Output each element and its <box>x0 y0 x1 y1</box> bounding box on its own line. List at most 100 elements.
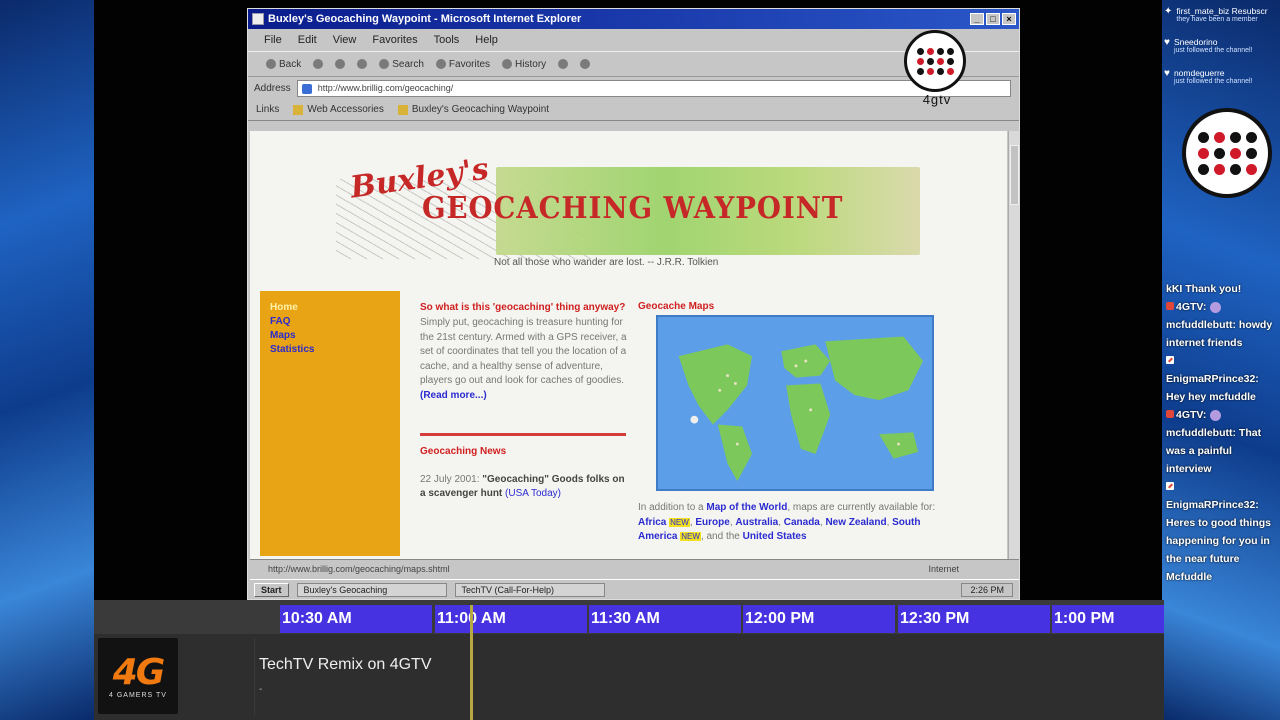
menu-help[interactable]: Help <box>475 34 498 46</box>
world-map[interactable] <box>656 315 934 491</box>
program-subtitle: - <box>259 684 263 695</box>
site-banner: Buxley's GEOCACHING WAYPOINT <box>336 151 920 265</box>
watermark-logo <box>904 30 966 92</box>
back-button[interactable]: Back <box>266 59 301 70</box>
page-icon <box>397 104 408 115</box>
maps-heading: Geocache Maps <box>638 301 715 312</box>
taskbar-item-geocaching[interactable]: Buxley's Geocaching <box>296 582 447 597</box>
stop-button[interactable] <box>313 59 324 69</box>
address-label: Address <box>254 82 291 94</box>
chat-text: Hey hey mcfuddle <box>1166 391 1256 403</box>
history-button[interactable]: History <box>502 59 546 70</box>
minimize-icon[interactable]: _ <box>970 13 984 25</box>
search-icon <box>379 59 390 69</box>
site-quote: Not all those who wander are lost. -- J.… <box>494 257 719 268</box>
read-more-link[interactable]: (Read more...) <box>420 390 487 401</box>
region-new-zealand[interactable]: New Zealand <box>825 517 886 528</box>
channel-watermark: 4gtv <box>904 30 970 110</box>
stop-icon <box>313 59 324 69</box>
taskbar-item-techtv[interactable]: TechTV (Call-For-Help) <box>454 582 605 597</box>
alert-item: ✦ first_mate_biz Resubscr they have been … <box>1164 6 1280 23</box>
ie-status-bar: http://www.brillig.com/geocaching/maps.s… <box>250 559 1019 577</box>
avatar-icon <box>1210 301 1222 313</box>
nav-maps[interactable]: Maps <box>270 329 400 343</box>
link-label: Web Accessories <box>307 104 384 115</box>
timeline: 10:30 AM 11:00 AM 11:30 AM 12:00 PM 12:3… <box>94 600 1164 634</box>
time-slot: 11:30 AM <box>589 605 741 633</box>
back-icon <box>266 59 276 69</box>
news-link[interactable]: (USA Today) <box>505 488 561 499</box>
menu-file[interactable]: File <box>264 34 282 46</box>
time-slot: 12:00 PM <box>743 605 895 633</box>
alert-item: ♥ nomdeguerre just followed the channel! <box>1164 68 1280 85</box>
maps-description: In addition to a Map of the World, maps … <box>638 502 936 542</box>
map-of-world-link[interactable]: Map of the World <box>706 502 787 513</box>
region-africa[interactable]: Africa <box>638 517 666 528</box>
schedule-bar: 10:30 AM 11:00 AM 11:30 AM 12:00 PM 12:3… <box>94 600 1164 720</box>
menu-tools[interactable]: Tools <box>434 34 460 46</box>
star-icon: ✦ <box>1164 6 1173 17</box>
broadcaster-badge-icon <box>1166 302 1174 310</box>
close-icon[interactable]: × <box>1002 13 1016 25</box>
logo-text: 4G <box>112 651 166 693</box>
home-icon <box>357 59 368 69</box>
mail-button[interactable] <box>558 59 569 69</box>
what-body: Simply put, geocaching is treasure hunti… <box>420 317 627 386</box>
menu-favorites[interactable]: Favorites <box>372 34 417 46</box>
chat-user: EnigmaRPrince32: <box>1166 499 1259 511</box>
ie-title-bar: Buxley's Geocaching Waypoint - Microsoft… <box>248 9 1019 29</box>
alert-name: first_mate_biz Resubscr <box>1176 6 1268 16</box>
link-web-accessories[interactable]: Web Accessories <box>293 104 384 115</box>
region-australia[interactable]: Australia <box>735 517 778 528</box>
news-date: 22 July 2001: <box>420 474 480 485</box>
ie-title: Buxley's Geocaching Waypoint - Microsoft… <box>268 13 582 25</box>
region-canada[interactable]: Canada <box>784 517 820 528</box>
time-slot: 10:30 AM <box>280 605 432 633</box>
news-headline: "Geocaching" Goods <box>482 474 584 485</box>
links-label: Links <box>256 104 280 115</box>
background-left <box>0 0 94 720</box>
broadcaster-badge-icon <box>1166 410 1174 418</box>
maximize-icon[interactable]: □ <box>986 13 1000 25</box>
region-united-states[interactable]: United States <box>743 531 807 542</box>
region-europe[interactable]: Europe <box>695 517 729 528</box>
windows-taskbar: Start Buxley's Geocaching TechTV (Call-F… <box>250 579 1019 599</box>
avatar-icon <box>1210 409 1222 421</box>
stream-screen: Buxley's Geocaching Waypoint - Microsoft… <box>0 0 1280 720</box>
scrollbar-thumb[interactable] <box>1010 145 1019 205</box>
site-nav: Home FAQ Maps Statistics <box>260 291 400 556</box>
what-text: Simply put, geocaching is treasure hunti… <box>420 316 630 403</box>
favorites-button[interactable]: Favorites <box>435 59 490 70</box>
page-scrollbar[interactable] <box>1008 131 1020 559</box>
time-slot: 12:30 PM <box>898 605 1050 633</box>
nav-faq[interactable]: FAQ <box>270 315 400 329</box>
pencil-icon <box>1166 482 1174 490</box>
start-button[interactable]: Start <box>254 582 289 597</box>
chat-message <box>1166 352 1278 370</box>
menu-edit[interactable]: Edit <box>298 34 317 46</box>
refresh-icon <box>335 59 346 69</box>
print-icon <box>580 59 591 69</box>
link-geocaching-waypoint[interactable]: Buxley's Geocaching Waypoint <box>397 104 549 115</box>
intro-column: So what is this 'geocaching' thing anywa… <box>420 301 630 501</box>
print-button[interactable] <box>580 59 591 69</box>
chat-text: Heres to good things happening for you i… <box>1166 517 1271 583</box>
menu-view[interactable]: View <box>333 34 357 46</box>
nav-home[interactable]: Home <box>270 301 400 315</box>
alert-sub: just followed the channel! <box>1173 47 1253 54</box>
folder-icon <box>293 104 304 115</box>
news-heading: Geocaching News <box>420 446 507 457</box>
alert-sub: they have been a member <box>1176 16 1258 23</box>
alert-item: ♥ Sneedorino just followed the channel! <box>1164 37 1280 54</box>
now-indicator <box>470 605 473 720</box>
nav-statistics[interactable]: Statistics <box>270 343 400 357</box>
home-button[interactable] <box>357 59 368 69</box>
chat-feed: kKI Thank you! 4GTV: mcfuddlebutt: howdy… <box>1166 280 1278 586</box>
news-item: 22 July 2001: "Geocaching" Goods folks o… <box>420 473 630 501</box>
refresh-button[interactable] <box>335 59 346 69</box>
pencil-icon <box>1166 356 1174 364</box>
history-icon <box>502 59 513 69</box>
search-label: Search <box>392 58 424 70</box>
regions-tail: , and the <box>700 531 740 542</box>
search-button[interactable]: Search <box>379 59 424 70</box>
